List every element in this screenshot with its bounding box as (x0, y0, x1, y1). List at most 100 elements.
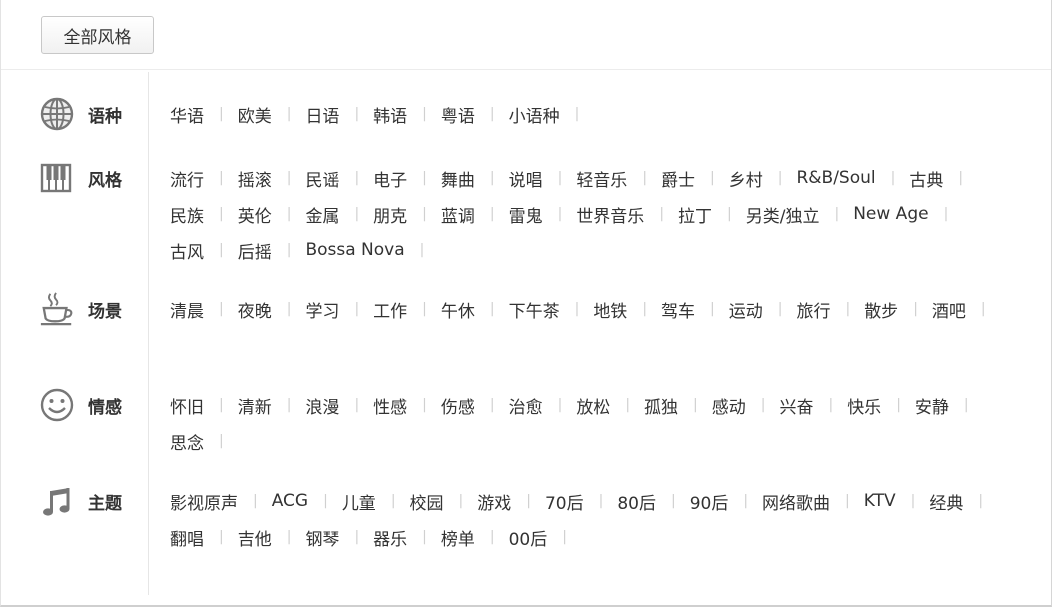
tag-link[interactable]: 器乐 (373, 525, 407, 550)
tag-separator: | (890, 170, 896, 186)
tag-link[interactable]: 古典 (909, 166, 943, 191)
tag-link[interactable]: 后摇 (238, 238, 272, 263)
all-styles-button[interactable]: 全部风格 (41, 16, 154, 54)
tag-separator: | (489, 170, 495, 186)
tag-separator: | (598, 493, 604, 509)
tag-link[interactable]: 70后 (545, 489, 584, 514)
tag-link[interactable]: 感动 (712, 393, 746, 418)
tag-item: 世界音乐 | (576, 196, 678, 232)
tag-link[interactable]: 90后 (690, 489, 729, 514)
tag-link[interactable]: 民谣 (305, 166, 339, 191)
tag-item: 感动 | (712, 387, 780, 423)
tag-separator: | (659, 206, 665, 222)
tag-link[interactable]: 酒吧 (932, 297, 966, 322)
tag-link[interactable]: 小语种 (509, 102, 560, 127)
tag-link[interactable]: 雷鬼 (509, 202, 543, 227)
tag-link[interactable]: 散步 (864, 297, 898, 322)
tag-link[interactable]: 安静 (915, 393, 949, 418)
tag-separator: | (422, 529, 427, 545)
tag-link[interactable]: New Age (853, 204, 928, 224)
tag-link[interactable]: 网络歌曲 (762, 489, 830, 514)
tag-link[interactable]: 怀旧 (170, 393, 204, 418)
tag-link[interactable]: 舞曲 (441, 166, 475, 191)
tag-link[interactable]: 民族 (170, 202, 204, 227)
tag-item: 说唱 | (509, 160, 577, 196)
tag-link[interactable]: 性感 (373, 393, 407, 418)
tag-link[interactable]: 乡村 (729, 166, 763, 191)
tag-link[interactable]: 榜单 (441, 525, 475, 550)
tag-separator: | (562, 529, 567, 545)
tag-link[interactable]: 放松 (576, 393, 610, 418)
tag-link[interactable]: 流行 (170, 166, 204, 191)
tag-link[interactable]: R&B/Soul (796, 168, 875, 188)
tag-link[interactable]: 儿童 (342, 489, 376, 514)
tag-link[interactable]: 钢琴 (305, 525, 339, 550)
tag-item: 思念 | (170, 423, 238, 459)
tag-link[interactable]: 爵士 (661, 166, 695, 191)
tag-link[interactable]: 00后 (509, 525, 548, 550)
tag-link[interactable]: 欧美 (238, 102, 272, 127)
tag-link[interactable]: 旅行 (796, 297, 830, 322)
tag-link[interactable]: 英伦 (238, 202, 272, 227)
tag-link[interactable]: 拉丁 (678, 202, 712, 227)
tag-link[interactable]: 清新 (238, 393, 272, 418)
tag-link[interactable]: 清晨 (170, 297, 204, 322)
category-header: 情感 (39, 387, 122, 423)
tag-link[interactable]: 思念 (170, 429, 204, 454)
tag-link[interactable]: 说唱 (509, 166, 543, 191)
tag-link[interactable]: ACG (272, 491, 308, 511)
tag-item: 清晨 | (170, 291, 238, 327)
tag-link[interactable]: 摇滚 (238, 166, 272, 191)
tag-link[interactable]: 韩语 (373, 102, 407, 127)
tag-link[interactable]: 游戏 (477, 489, 511, 514)
tag-link[interactable]: 经典 (929, 489, 963, 514)
tag-link[interactable]: 朋克 (373, 202, 407, 227)
tag-item: 小语种 | (509, 96, 594, 132)
category-title: 风格 (88, 170, 122, 191)
tag-link[interactable]: 夜晚 (238, 297, 272, 322)
tag-link[interactable]: 孤独 (644, 393, 678, 418)
tag-link[interactable]: 翻唱 (170, 525, 204, 550)
tag-link[interactable]: 电子 (373, 166, 407, 191)
tag-link[interactable]: 影视原声 (170, 489, 238, 514)
music-note-icon (39, 483, 75, 519)
tag-item: 70后 | (545, 483, 617, 519)
tag-link[interactable]: 下午茶 (509, 297, 560, 322)
tag-separator: | (727, 206, 732, 222)
tag-link[interactable]: 兴奋 (779, 393, 813, 418)
tag-link[interactable]: 驾车 (661, 297, 695, 322)
tag-link[interactable]: 工作 (373, 297, 407, 322)
tag-link[interactable]: 80后 (617, 489, 656, 514)
tag-link[interactable]: 另类/独立 (746, 202, 820, 227)
tag-link[interactable]: 世界音乐 (576, 202, 644, 227)
tag-link[interactable]: 午休 (441, 297, 475, 322)
tag-link[interactable]: 蓝调 (441, 202, 475, 227)
tag-link[interactable]: 古风 (170, 238, 204, 263)
tag-separator: | (354, 529, 360, 545)
tag-link[interactable]: 校园 (410, 489, 444, 514)
globe-icon (39, 96, 75, 132)
style-filter-panel: 全部风格 语种 华语 | 欧美 | 日语 | 韩语 | 粤语 | 小语种 | 风… (0, 0, 1052, 607)
tag-item: 雷鬼 | (509, 196, 577, 232)
tag-link[interactable]: 快乐 (847, 393, 881, 418)
tag-link[interactable]: 学习 (305, 297, 339, 322)
tag-link[interactable]: 治愈 (509, 393, 543, 418)
tag-link[interactable]: KTV (864, 491, 896, 511)
tag-link[interactable]: 吉他 (238, 525, 272, 550)
tag-link[interactable]: 运动 (729, 297, 763, 322)
tag-link[interactable]: Bossa Nova (305, 240, 404, 260)
tag-separator: | (354, 397, 360, 413)
tag-item: 兴奋 | (779, 387, 847, 423)
tag-separator: | (422, 106, 427, 122)
tag-link[interactable]: 轻音乐 (576, 166, 627, 191)
tag-link[interactable]: 伤感 (441, 393, 475, 418)
tag-link[interactable]: 金属 (305, 202, 339, 227)
tag-link[interactable]: 日语 (305, 102, 339, 127)
tag-item: 舞曲 | (441, 160, 509, 196)
tag-link[interactable]: 粤语 (441, 102, 475, 127)
tag-item: 浪漫 | (305, 387, 373, 423)
tag-separator: | (354, 206, 360, 222)
tag-link[interactable]: 浪漫 (305, 393, 339, 418)
tag-link[interactable]: 地铁 (593, 297, 627, 322)
tag-link[interactable]: 华语 (170, 102, 204, 127)
